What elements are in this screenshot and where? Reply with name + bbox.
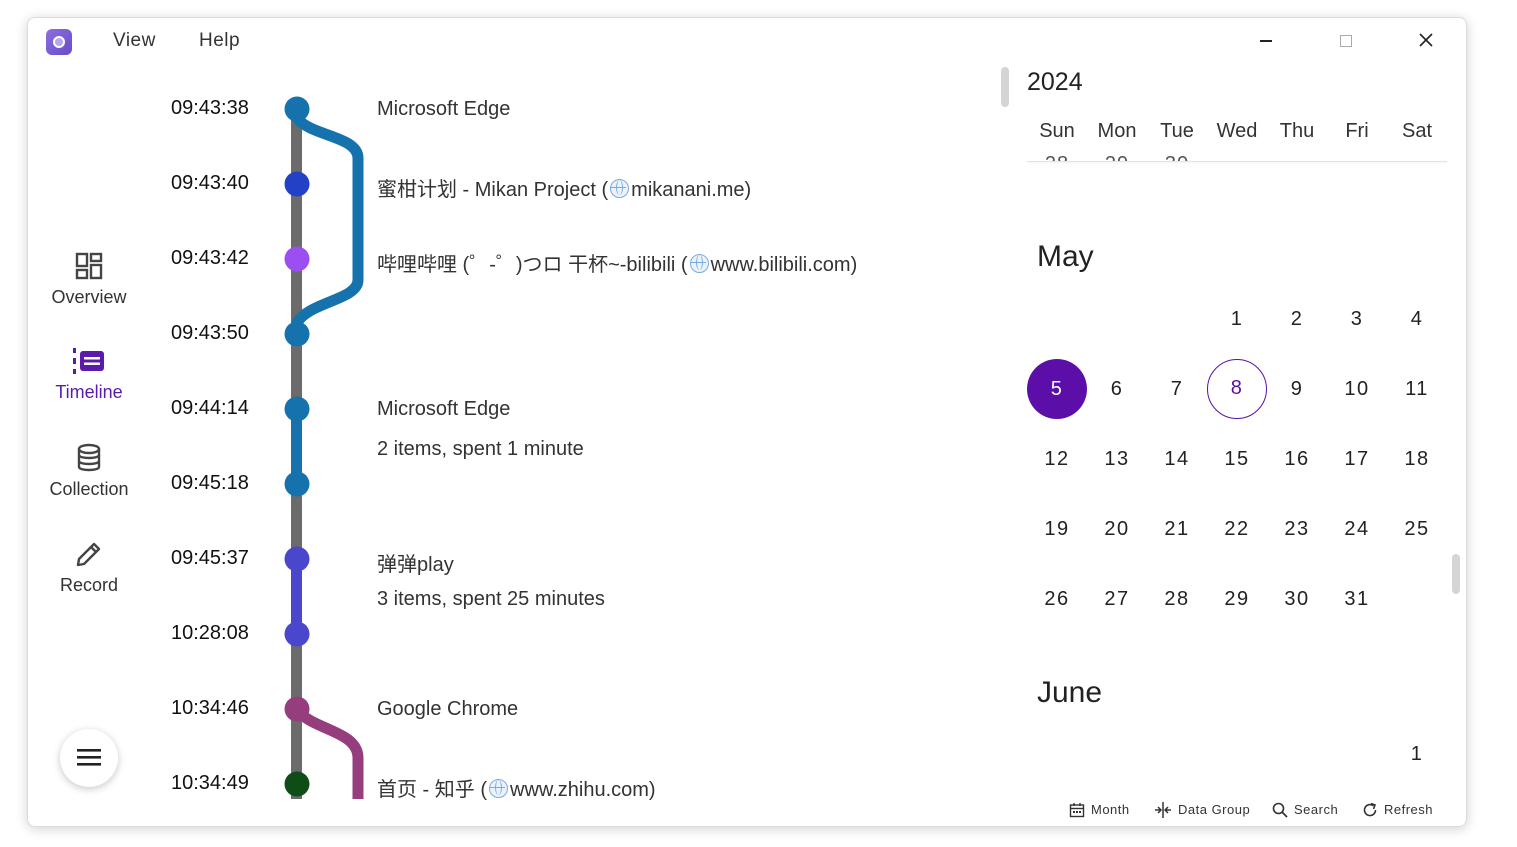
search-button[interactable]: Search [1272,802,1338,818]
time-label: 10:34:49 [171,772,249,794]
calendar-day[interactable]: 9 [1267,359,1327,419]
timeline-summary: 2 items, spent 1 minute [377,438,584,460]
calendar-day[interactable]: 31 [1327,569,1387,629]
prev-month-peek: 28 29 30 [1027,142,1447,162]
calendar-day[interactable]: 28 [1147,569,1207,629]
edge-bracket [291,109,364,334]
calendar-day[interactable]: 1 [1207,289,1267,349]
calendar-scrollbar[interactable] [1452,554,1460,594]
calendar-day[interactable]: 30 [1267,569,1327,629]
close-icon [1419,33,1433,47]
timeline-dot[interactable] [284,546,310,572]
calendar-day[interactable]: 11 [1387,359,1447,419]
timeline-dot[interactable] [284,621,310,647]
calendar-day[interactable]: 17 [1327,429,1387,489]
split-icon [1155,802,1171,818]
time-label: 09:45:37 [171,547,249,569]
calendar-icon [1069,803,1085,818]
calendar-day[interactable]: 5 [1027,359,1087,419]
globe-icon [489,779,508,798]
weekday-label: Wed [1216,120,1258,142]
timeline-dot[interactable] [284,396,310,422]
globe-icon [689,254,709,273]
calendar-day[interactable]: 19 [1027,499,1087,559]
time-label: 09:45:18 [171,472,249,494]
refresh-button[interactable]: Refresh [1362,802,1433,818]
timeline-summary: 3 items, spent 25 minutes [377,588,605,610]
timeline-dot[interactable] [284,321,310,347]
time-label: 09:43:42 [171,247,249,269]
timeline-entry[interactable]: 首页 - 知乎 (www.zhihu.com) [377,773,656,802]
calendar-day[interactable]: 3 [1327,289,1387,349]
timeline-entry[interactable]: 弹弹play [377,548,454,577]
timeline-dot[interactable] [284,771,310,797]
calendar-day[interactable]: 25 [1387,499,1447,559]
weekday-label: Sun [1039,120,1075,142]
calendar-day[interactable]: 7 [1147,359,1207,419]
calendar-day[interactable]: 15 [1207,429,1267,489]
timeline-dot[interactable] [284,696,310,722]
month-title-june: June [1037,676,1103,709]
time-label: 09:43:40 [171,172,249,194]
timeline-entry[interactable]: Microsoft Edge [377,398,510,421]
timeline-scrollbar[interactable] [1001,67,1009,107]
timeline-dot[interactable] [284,246,310,272]
time-label: 10:34:46 [171,697,249,719]
refresh-icon [1363,802,1377,817]
timeline-dot[interactable] [284,96,310,122]
timeline-dot[interactable] [284,171,310,197]
calendar-day[interactable]: 18 [1387,429,1447,489]
data-group-button[interactable]: Data Group [1154,802,1250,818]
timeline-entry[interactable]: Google Chrome [377,698,518,721]
calendar-day[interactable]: 4 [1387,289,1447,349]
calendar-day[interactable]: 12 [1027,429,1087,489]
calendar-year: 2024 [1027,68,1083,96]
timeline-dot[interactable] [284,471,310,497]
weekday-label: Fri [1345,120,1369,142]
calendar-day[interactable]: 13 [1087,429,1147,489]
calendar-day[interactable]: 6 [1087,359,1147,419]
weekday-label: Sat [1401,120,1433,142]
time-label: 09:43:50 [171,322,249,344]
calendar-day[interactable]: 23 [1267,499,1327,559]
app-window: View Help Overview Timeline Collection R… [27,17,1467,827]
maximize-button[interactable] [1326,24,1366,56]
calendar-header-divider [1027,161,1447,162]
minimize-button[interactable] [1246,24,1286,56]
month-title-may: May [1037,240,1094,273]
weekday-label: Tue [1160,120,1194,142]
calendar-day[interactable]: 22 [1207,499,1267,559]
calendar-day[interactable]: 29 [1207,569,1267,629]
calendar-day[interactable]: 20 [1087,499,1147,559]
timeline-entry[interactable]: Microsoft Edge [377,98,510,121]
timeline-entry[interactable]: 蜜柑计划 - Mikan Project (mikanani.me) [377,173,751,202]
calendar-day[interactable]: 27 [1087,569,1147,629]
time-label: 10:28:08 [171,622,249,644]
calendar-day[interactable]: 8 [1207,359,1267,419]
search-icon [1272,802,1288,818]
calendar-day[interactable]: 14 [1147,429,1207,489]
calendar-day[interactable]: 2 [1267,289,1327,349]
calendar-day[interactable]: 26 [1027,569,1087,629]
month-button[interactable]: Month [1069,802,1130,818]
time-label: 09:44:14 [171,397,249,419]
calendar-day[interactable]: 24 [1327,499,1387,559]
timeline-entry[interactable]: 哔哩哔哩 (゜-゜)つロ 干杯~-bilibili (www.bilibili.… [377,248,857,277]
time-label: 09:43:38 [171,97,249,119]
calendar-day[interactable]: 16 [1267,429,1327,489]
calendar-day[interactable]: 1 [1387,724,1447,784]
close-button[interactable] [1406,24,1446,56]
calendar-day[interactable]: 10 [1327,359,1387,419]
globe-icon [610,179,630,198]
weekday-label: Thu [1279,120,1315,142]
weekday-label: Mon [1097,120,1137,142]
calendar-day[interactable]: 21 [1147,499,1207,559]
